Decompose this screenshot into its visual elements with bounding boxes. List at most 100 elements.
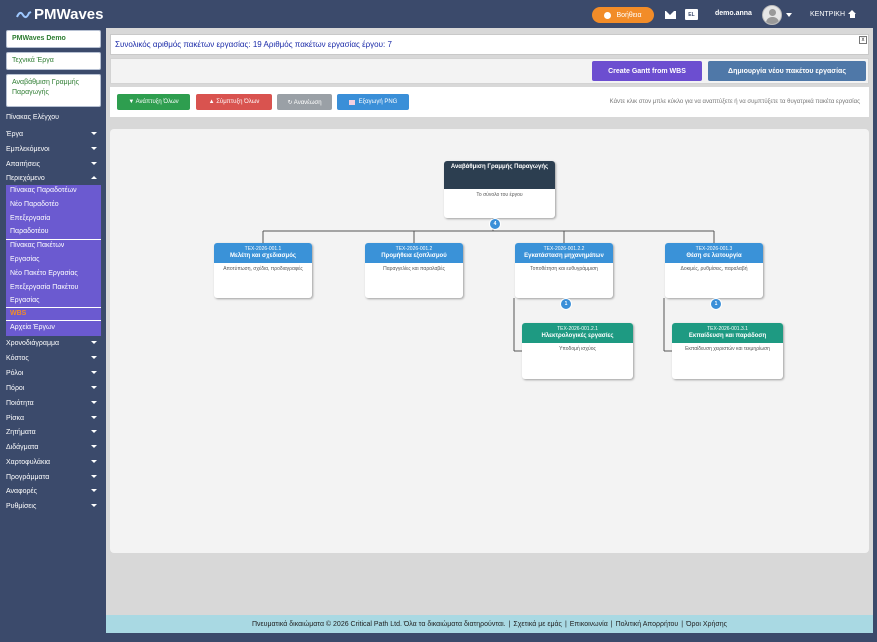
submenu-new-deliverable[interactable]: Νέο Παραδοτέο: [10, 200, 101, 210]
chevron-down-icon: [91, 445, 97, 448]
footer: Πνευματικά δικαιώματα © 2026 Critical Pa…: [106, 615, 873, 633]
sidebar-item-dashboard[interactable]: Πίνακας Ελέγχου: [6, 110, 101, 124]
submenu-new-work-package[interactable]: Νέο Πακέτο Εργασίας: [10, 269, 101, 279]
main-content: Συνολικός αριθμός πακέτων εργασίας: 19 Α…: [106, 28, 873, 615]
node-description: Αποτύπωση, σχέδια, προδιαγραφές: [223, 266, 303, 272]
wbs-node[interactable]: ΤΕΧ-2026-001.3.1 Εκπαίδευση και παράδοση…: [672, 323, 783, 379]
submenu-deliverables-table[interactable]: Πίνακας Παραδοτέων: [10, 186, 101, 196]
wbs-node[interactable]: ΤΕΧ-2026-001.2.2 Εγκατάσταση μηχανημάτων…: [515, 243, 613, 298]
chevron-down-icon: [91, 341, 97, 344]
create-gantt-button[interactable]: Create Gantt from WBS: [592, 61, 702, 81]
sidebar-item-label: Ρίσκα: [6, 414, 25, 422]
home-link[interactable]: ΚΕΝΤΡΙΚΗ: [810, 10, 857, 18]
wbs-node[interactable]: ΤΕΧ-2026-001.2 Προμήθεια εξοπλισμού Παρα…: [365, 243, 463, 298]
collapse-all-button[interactable]: ▲ Σύμπτυξη Όλων: [196, 94, 272, 110]
submenu-edit-work-package[interactable]: Επεξεργασία Πακέτου: [10, 283, 101, 293]
help-label: Βοήθεια: [616, 11, 642, 19]
wbs-node[interactable]: ΤΕΧ-2026-001.3 Θέση σε λειτουργία Δοκιμέ…: [665, 243, 763, 298]
wbs-canvas: Αναβάθμιση Γραμμής Παραγωγής Το σύνολο τ…: [110, 129, 869, 553]
submenu-edit-work-package-cont[interactable]: Εργασίας: [10, 296, 101, 306]
sidebar-item-label: Περιεχόμενο: [6, 174, 45, 182]
node-code: ΤΕΧ-2026-001.3: [695, 246, 733, 252]
submenu-work-packages-table[interactable]: Πίνακας Πακέτων: [10, 241, 101, 251]
expand-toggle-badge[interactable]: 1: [710, 298, 722, 310]
node-code: ΤΕΧ-2026-001.2.2: [543, 246, 585, 252]
wbs-root-node[interactable]: Αναβάθμιση Γραμμής Παραγωγής Το σύνολο τ…: [444, 161, 555, 218]
sidebar-project-name[interactable]: PMWaves Demo: [6, 30, 101, 48]
sidebar-item-label: Ρυθμίσεις: [6, 502, 37, 510]
wbs-node[interactable]: ΤΕΧ-2026-001.1 Μελέτη και σχεδιασμός Απο…: [214, 243, 312, 298]
node-code: ΤΕΧ-2026-001.3.1: [707, 326, 748, 332]
node-title: Μελέτη και σχεδιασμός: [229, 253, 297, 259]
submenu-edit-deliverable-cont[interactable]: Παραδοτέου: [10, 227, 101, 237]
sidebar-item-portfolios[interactable]: Χαρτοφυλάκια: [6, 455, 101, 469]
top-bar: PMWaves Βοήθεια EL demo.anna ΚΕΝΤΡΙΚΗ: [0, 0, 877, 28]
expand-all-button[interactable]: ▼ Ανάπτυξη Όλων: [117, 94, 190, 110]
sidebar-item-label: Απαιτήσεις: [6, 160, 41, 168]
export-png-button[interactable]: Εξαγωγή PNG: [337, 94, 409, 110]
submenu-wbs[interactable]: WBS: [10, 309, 101, 319]
chevron-down-icon: [91, 147, 97, 150]
sidebar-current-project[interactable]: Αναβάθμιση Γραμμής Παραγωγής: [6, 74, 101, 107]
sidebar-item-settings[interactable]: Ρυθμίσεις: [6, 499, 101, 513]
node-description: Δοκιμές, ρυθμίσεις, παραλαβή: [680, 266, 748, 272]
work-package-summary: Συνολικός αριθμός πακέτων εργασίας: 19 Α…: [110, 34, 869, 55]
sidebar-project-type[interactable]: Τεχνικά Έργα: [6, 52, 101, 70]
sidebar-item-projects[interactable]: Έργα: [6, 127, 101, 141]
language-badge[interactable]: EL: [685, 9, 698, 20]
footer-about-link[interactable]: Σχετικά με εμάς: [513, 621, 562, 628]
sidebar-item-programs[interactable]: Προγράμματα: [6, 470, 101, 484]
sidebar-item-quality[interactable]: Ποιότητα: [6, 396, 101, 410]
node-title: Εγκατάσταση μηχανημάτων: [524, 253, 604, 259]
sidebar-item-label: Πίνακας Ελέγχου: [6, 113, 59, 121]
sidebar-item-resources[interactable]: Πόροι: [6, 381, 101, 395]
node-description: Το σύνολο του έργου: [476, 192, 523, 198]
footer-terms-link[interactable]: Όροι Χρήσης: [686, 621, 727, 628]
submenu-project-files[interactable]: Αρχεία Έργων: [10, 323, 101, 333]
node-title: Ηλεκτρολογικές εργασίες: [541, 333, 614, 339]
node-header: ΤΕΧ-2026-001.2.2 Εγκατάσταση μηχανημάτων: [515, 243, 613, 263]
sidebar-item-scope[interactable]: Περιεχόμενο: [6, 171, 101, 185]
sidebar-item-stakeholders[interactable]: Εμπλεκόμενοι: [6, 142, 101, 156]
export-png-label: Εξαγωγή PNG: [358, 99, 398, 105]
wbs-node[interactable]: ΤΕΧ-2026-001.2.1 Ηλεκτρολογικές εργασίες…: [522, 323, 633, 379]
expand-toggle-badge[interactable]: 4: [489, 218, 501, 230]
mail-icon[interactable]: [665, 11, 676, 19]
sidebar-item-schedule[interactable]: Χρονοδιάγραμμα: [6, 336, 101, 350]
chevron-down-icon: [91, 132, 97, 135]
sidebar-item-issues[interactable]: Ζητήματα: [6, 425, 101, 439]
sidebar-item-roles[interactable]: Ρόλοι: [6, 366, 101, 380]
help-button[interactable]: Βοήθεια: [592, 7, 654, 23]
chevron-down-icon: [91, 504, 97, 507]
app-logo[interactable]: PMWaves: [16, 6, 103, 23]
sidebar-item-cost[interactable]: Κόστος: [6, 351, 101, 365]
close-icon[interactable]: x: [859, 36, 867, 44]
chevron-down-icon: [91, 356, 97, 359]
sidebar-item-reports[interactable]: Αναφορές: [6, 484, 101, 498]
chevron-down-icon[interactable]: [786, 13, 792, 17]
footer-contact-link[interactable]: Επικοινωνία: [570, 621, 608, 628]
new-work-package-button[interactable]: Δημιουργία νέου πακέτου εργασίας: [708, 61, 866, 81]
chevron-down-icon: [91, 401, 97, 404]
submenu-work-packages-table-cont[interactable]: Εργασίας: [10, 255, 101, 265]
footer-separator: |: [508, 620, 511, 628]
footer-privacy-link[interactable]: Πολιτική Απορρήτου: [616, 621, 679, 628]
sidebar-item-requirements[interactable]: Απαιτήσεις: [6, 157, 101, 171]
chevron-down-icon: [91, 386, 97, 389]
wbs-toolbar: ▼ Ανάπτυξη Όλων ▲ Σύμπτυξη Όλων ↻ Ανανέω…: [110, 87, 869, 117]
sidebar-item-lessons[interactable]: Διδάγματα: [6, 440, 101, 454]
sidebar-item-label: Αναφορές: [6, 487, 37, 495]
sidebar-item-label: Εμπλεκόμενοι: [6, 145, 50, 153]
sidebar-item-risks[interactable]: Ρίσκα: [6, 411, 101, 425]
home-icon: [848, 10, 857, 18]
submenu-edit-deliverable[interactable]: Επεξεργασία: [10, 214, 101, 224]
refresh-button[interactable]: ↻ Ανανέωση: [277, 94, 332, 110]
node-description: Υποδομή ισχύος: [559, 346, 596, 352]
sidebar-item-label: Ζητήματα: [6, 428, 36, 436]
footer-copyright: Πνευματικά δικαιώματα © 2026 Critical Pa…: [251, 620, 506, 628]
expand-toggle-badge[interactable]: 1: [560, 298, 572, 310]
node-code: ΤΕΧ-2026-001.1: [244, 246, 282, 252]
avatar[interactable]: [762, 5, 782, 25]
username[interactable]: demo.anna: [715, 10, 752, 17]
wave-logo-icon: [16, 10, 32, 18]
